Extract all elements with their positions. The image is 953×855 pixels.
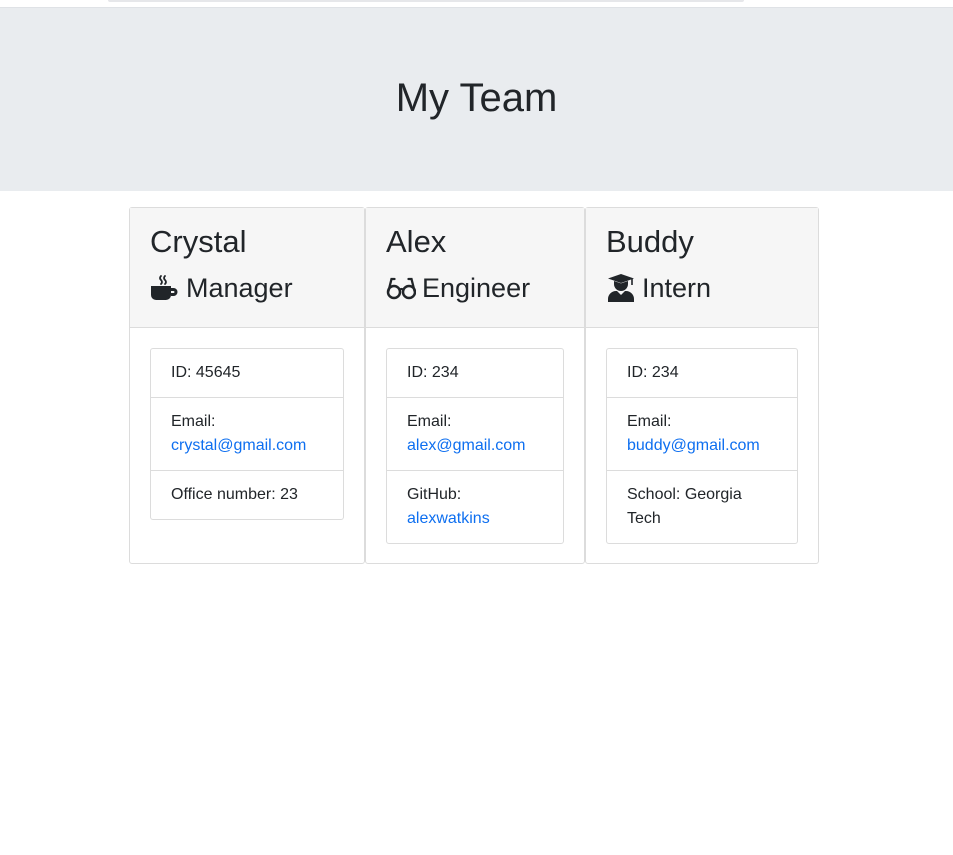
- github-label: GitHub:: [407, 486, 462, 503]
- email-link[interactable]: buddy@gmail.com: [627, 437, 760, 454]
- github-row: GitHub: alexwatkins: [387, 471, 563, 543]
- graduate-icon: [606, 273, 636, 303]
- employee-name: Crystal: [150, 224, 247, 259]
- role-label: Intern: [642, 273, 712, 303]
- email-label: Email:: [171, 413, 216, 430]
- email-link[interactable]: crystal@gmail.com: [171, 437, 306, 454]
- employee-role: Manager: [150, 272, 293, 304]
- glasses-icon: [386, 273, 416, 303]
- coffee-icon: [150, 273, 180, 303]
- page-title: My Team: [395, 76, 558, 120]
- card-header: Crystal Manager: [130, 208, 364, 328]
- employee-details: ID: 234 Email: alex@gmail.com GitHub: al…: [386, 348, 564, 544]
- page-header: My Team: [0, 7, 953, 191]
- employee-email-row: Email: alex@gmail.com: [387, 398, 563, 471]
- office-number: Office number: 23: [171, 486, 298, 503]
- employee-role: Engineer: [386, 272, 530, 304]
- employee-id: ID: 234: [387, 349, 563, 398]
- employee-details: ID: 234 Email: buddy@gmail.com School: G…: [606, 348, 798, 544]
- card-header: Buddy Intern: [586, 208, 818, 328]
- school: School: Georgia Tech: [627, 486, 742, 527]
- employee-email-row: Email: crystal@gmail.com: [151, 398, 343, 471]
- email-label: Email:: [627, 413, 672, 430]
- github-link[interactable]: alexwatkins: [407, 510, 490, 527]
- employee-card-manager: Crystal Manager ID: 45645 Email: crystal…: [129, 207, 365, 564]
- employee-id: ID: 45645: [151, 349, 343, 398]
- employee-id: ID: 234: [607, 349, 797, 398]
- role-label: Engineer: [422, 273, 531, 303]
- employee-card-intern: Buddy Intern ID: 234 Email: buddy@gmail.…: [585, 207, 819, 564]
- browser-top-edge: [108, 0, 744, 2]
- email-label: Email:: [407, 413, 452, 430]
- card-header: Alex Engineer: [366, 208, 584, 328]
- email-link[interactable]: alex@gmail.com: [407, 437, 526, 454]
- role-label: Manager: [186, 273, 293, 303]
- employee-role: Intern: [606, 272, 711, 304]
- employee-name: Alex: [386, 224, 447, 259]
- employee-details: ID: 45645 Email: crystal@gmail.com Offic…: [150, 348, 344, 520]
- employee-card-engineer: Alex Engineer ID: 234 Email: alex@gmail.…: [365, 207, 585, 564]
- employee-email-row: Email: buddy@gmail.com: [607, 398, 797, 471]
- employee-name: Buddy: [606, 224, 694, 259]
